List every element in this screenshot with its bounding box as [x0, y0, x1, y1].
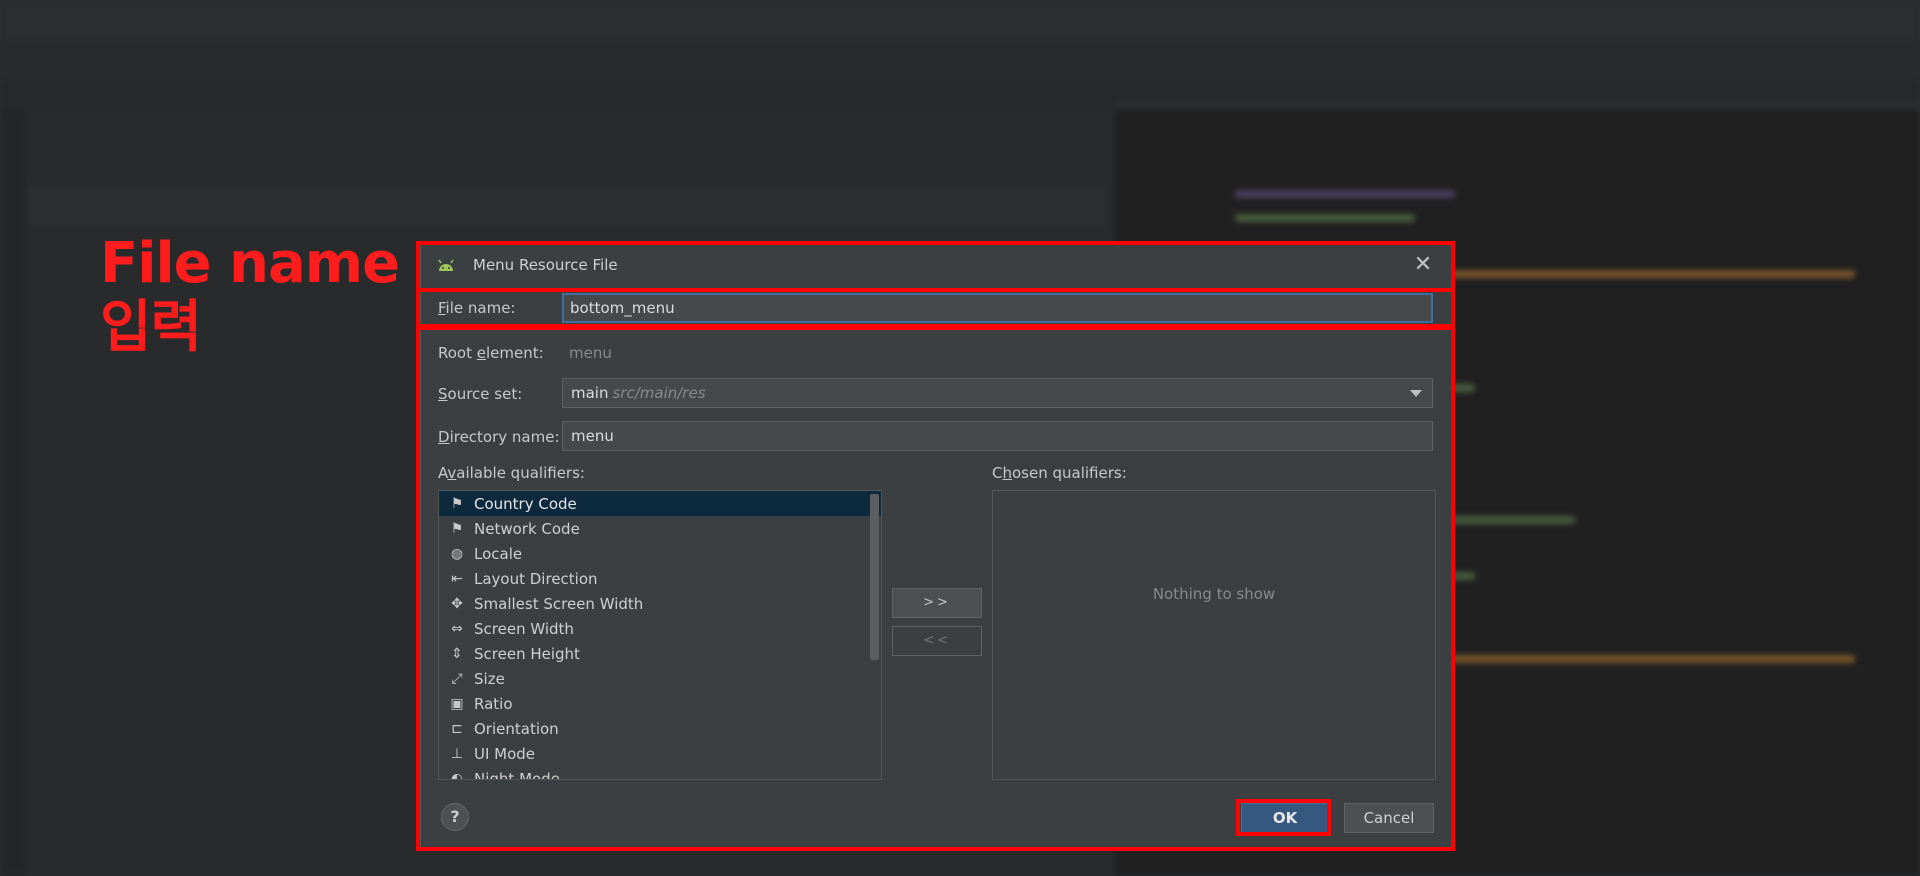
annotation-line-2: 입력 — [100, 295, 202, 360]
qualifier-label: Layout Direction — [474, 569, 598, 588]
globe-icon: ◍ — [450, 545, 464, 562]
chosen-qualifiers-list[interactable]: Nothing to show — [992, 490, 1436, 780]
list-item[interactable]: ◐ Night Mode — [439, 766, 881, 780]
dialog-title: Menu Resource File — [473, 256, 618, 274]
list-item[interactable]: ▣ Ratio — [439, 691, 881, 716]
network-code-icon: ⚑ — [450, 520, 464, 537]
directory-name-input[interactable]: menu — [562, 421, 1433, 451]
directory-name-label: Directory name: — [438, 428, 560, 446]
list-item[interactable]: ⚑ Country Code — [439, 491, 881, 516]
list-item[interactable]: ⚑ Network Code — [439, 516, 881, 541]
cancel-button[interactable]: Cancel — [1344, 803, 1434, 833]
size-icon: ⤢ — [451, 670, 463, 687]
root-element-label: Root element: — [438, 344, 544, 362]
orientation-icon: ⊏ — [451, 720, 463, 737]
list-item[interactable]: ⊏ Orientation — [439, 716, 881, 741]
available-qualifiers-label: Available qualifiers: — [438, 464, 585, 482]
qualifier-label: Orientation — [474, 719, 559, 738]
list-item[interactable]: ✥ Smallest Screen Width — [439, 591, 881, 616]
dialog-titlebar: Menu Resource File ✕ — [421, 245, 1451, 287]
source-set-label: Source set: — [438, 385, 523, 403]
help-button[interactable]: ? — [441, 803, 469, 831]
smallest-screen-width-icon: ✥ — [451, 595, 463, 612]
empty-state-text: Nothing to show — [1152, 585, 1276, 603]
source-set-hint: src/main/res — [612, 384, 706, 402]
qualifier-label: Network Code — [474, 519, 580, 538]
qualifier-label: Night Mode — [474, 769, 560, 780]
annotation-text: File name 입력 — [100, 231, 400, 360]
screen-height-icon: ⇕ — [451, 645, 463, 662]
list-item[interactable]: ⤢ Size — [439, 666, 881, 691]
list-item[interactable]: ⇔ Screen Width — [439, 616, 881, 641]
source-set-value: main — [571, 384, 609, 402]
night-mode-icon: ◐ — [450, 770, 464, 780]
qualifier-label: Country Code — [474, 494, 577, 513]
chosen-qualifiers-label: Chosen qualifiers: — [992, 464, 1127, 482]
ratio-icon: ▣ — [450, 695, 464, 712]
qualifier-label: Size — [474, 669, 505, 688]
android-icon — [438, 259, 454, 271]
chevron-down-icon — [1410, 390, 1422, 397]
qualifier-label: UI Mode — [474, 744, 536, 763]
source-set-select[interactable]: main src/main/res — [562, 378, 1433, 408]
annotation-line-1: File name — [100, 231, 400, 296]
qualifier-label: Ratio — [474, 694, 513, 713]
list-item[interactable]: ⊥ UI Mode — [439, 741, 881, 766]
close-icon[interactable]: ✕ — [1411, 253, 1435, 277]
ui-mode-icon: ⊥ — [450, 745, 464, 762]
screen-width-icon: ⇔ — [451, 620, 463, 637]
qualifier-label: Locale — [474, 544, 523, 563]
ok-button[interactable]: OK — [1241, 803, 1329, 833]
list-scrollbar[interactable] — [870, 494, 879, 660]
add-qualifier-button[interactable]: >> — [892, 588, 982, 618]
list-item[interactable]: ⇕ Screen Height — [439, 641, 881, 666]
menu-resource-file-dialog: Menu Resource File ✕ File name: bottom_m… — [420, 244, 1452, 848]
qualifier-label: Smallest Screen Width — [474, 594, 644, 613]
file-name-label: File name: — [438, 299, 516, 317]
country-code-icon: ⚑ — [450, 495, 464, 512]
remove-qualifier-button[interactable]: << — [892, 626, 982, 656]
root-element-value: menu — [569, 344, 612, 362]
qualifier-label: Screen Height — [474, 644, 580, 663]
qualifier-label: Screen Width — [474, 619, 574, 638]
list-item[interactable]: ◍ Locale — [439, 541, 881, 566]
list-item[interactable]: ⇤ Layout Direction — [439, 566, 881, 591]
file-name-input[interactable]: bottom_menu — [562, 293, 1433, 323]
layout-direction-icon: ⇤ — [451, 570, 463, 587]
available-qualifiers-list[interactable]: ⚑ Country Code ⚑ Network Code ◍ Locale ⇤ Layout… — [438, 490, 882, 780]
